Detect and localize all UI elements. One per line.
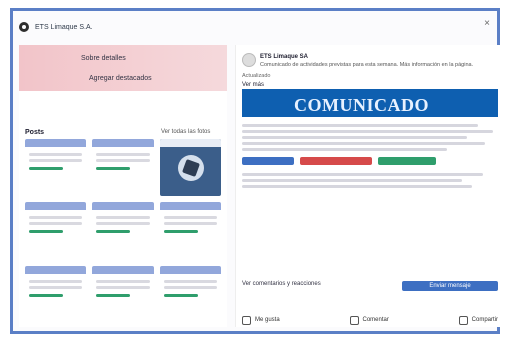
post-tile-status-bar <box>163 230 198 234</box>
post-tile-status-bar <box>96 167 131 170</box>
post-tile-header-bar <box>159 265 221 274</box>
highlight-button[interactable] <box>300 157 372 165</box>
left-hero-banner: Sobre detalles Agregar destacados <box>19 45 227 91</box>
highlight-button[interactable] <box>378 157 436 165</box>
post-tile-status-bar <box>29 167 63 170</box>
post-tile[interactable] <box>159 202 221 260</box>
post-tile-text-line <box>163 279 217 283</box>
highlight-button[interactable] <box>242 157 294 165</box>
post-tile[interactable] <box>92 139 154 197</box>
post-tile-text-line <box>163 222 217 226</box>
post-tile[interactable] <box>92 265 154 323</box>
post-tile[interactable] <box>25 139 87 197</box>
close-icon[interactable]: × <box>484 18 490 29</box>
post-actions: Me gusta Comentar Compartir <box>242 313 498 327</box>
post-tile-header-bar <box>92 139 154 147</box>
post-tile[interactable] <box>159 265 221 323</box>
post-tile-text-line <box>163 285 217 289</box>
post-time: Actualizado <box>242 73 271 79</box>
post-tile-status-bar <box>96 293 131 297</box>
post-text-line <box>242 130 493 133</box>
post-tile-text-line <box>163 216 217 220</box>
comunicado-banner: COMUNICADO <box>242 89 498 117</box>
comment-icon <box>349 315 359 325</box>
post-tile-featured[interactable] <box>159 139 221 197</box>
avatar[interactable] <box>242 53 256 67</box>
post-tile-text-line <box>96 285 150 289</box>
post-text-line <box>242 148 447 151</box>
post-tile-text-line <box>29 285 83 289</box>
post-tile[interactable] <box>92 202 154 260</box>
post-tile-header-bar <box>159 202 221 211</box>
post-text-line <box>242 185 473 188</box>
left-panel: Sobre detalles Agregar destacados Posts … <box>19 45 227 327</box>
post-tile-header-bar <box>159 139 221 147</box>
post-text-line <box>242 136 468 139</box>
page-title: ETS Limaque S.A. <box>35 23 93 31</box>
post-footer: Ver comentarios y reacciones Enviar mens… <box>242 281 498 327</box>
post-tile-status-bar <box>29 230 63 234</box>
post-tile-text-line <box>96 279 150 283</box>
post-tile-text-line <box>29 216 83 220</box>
post-tile-header-bar <box>92 265 154 274</box>
post-tile[interactable] <box>25 202 87 260</box>
post-tile-text-line <box>96 222 150 226</box>
browser-frame: ETS Limaque S.A. × Sobre detalles Agrega… <box>10 8 502 334</box>
post-text-line <box>242 179 463 182</box>
post-tile-status-bar <box>163 293 198 297</box>
like-icon <box>242 315 251 325</box>
post-tile-text-line <box>96 153 150 156</box>
post-highlights-row <box>242 157 498 165</box>
post-tile-text-line <box>29 159 83 162</box>
post-text-line <box>242 173 483 176</box>
share-icon <box>458 315 468 325</box>
left-link-2[interactable]: Agregar destacados <box>89 75 152 82</box>
post-tile-text-line <box>29 279 83 283</box>
post-text-line <box>242 142 486 145</box>
right-panel: ETS Limaque SA Comunicado de actividades… <box>235 45 502 327</box>
post-author[interactable]: ETS Limaque SA <box>260 54 308 60</box>
posts-see-all-link[interactable]: Ver todas las fotos <box>161 129 210 135</box>
posts-title: Posts <box>25 129 45 136</box>
post-tile-header-bar <box>25 202 87 211</box>
post-tile-text-line <box>96 159 150 162</box>
see-more-link[interactable]: Ver más <box>242 82 264 88</box>
banner-title: COMUNICADO <box>294 95 429 115</box>
post-tile-text-line <box>29 153 83 156</box>
post-tile-header-bar <box>25 139 87 147</box>
post-header: ETS Limaque SA Comunicado de actividades… <box>242 51 498 88</box>
comment-action[interactable]: Comentar <box>349 315 389 325</box>
share-label: Compartir <box>471 317 498 323</box>
posts-grid <box>25 139 221 323</box>
like-label: Me gusta <box>255 317 280 323</box>
post-tile-status-bar <box>29 293 63 297</box>
send-message-button[interactable]: Enviar mensaje <box>402 281 498 291</box>
share-action[interactable]: Compartir <box>458 315 498 325</box>
comment-label: Comentar <box>362 317 389 323</box>
page-logo-icon <box>19 22 29 32</box>
post-tile-header-bar <box>25 265 87 274</box>
post-tile-status-bar <box>96 230 131 234</box>
post-text-line <box>242 124 478 127</box>
left-link-1[interactable]: Sobre detalles <box>81 55 126 62</box>
post-tile-text-line <box>96 216 150 220</box>
post-meta: Comunicado de actividades previstas para… <box>260 62 474 68</box>
post-tile-header-bar <box>92 202 154 211</box>
post-tile[interactable] <box>25 265 87 323</box>
like-action[interactable]: Me gusta <box>242 315 280 325</box>
post-tile-text-line <box>29 222 83 226</box>
top-bar: ETS Limaque S.A. × <box>19 17 493 37</box>
post-body <box>242 121 498 271</box>
